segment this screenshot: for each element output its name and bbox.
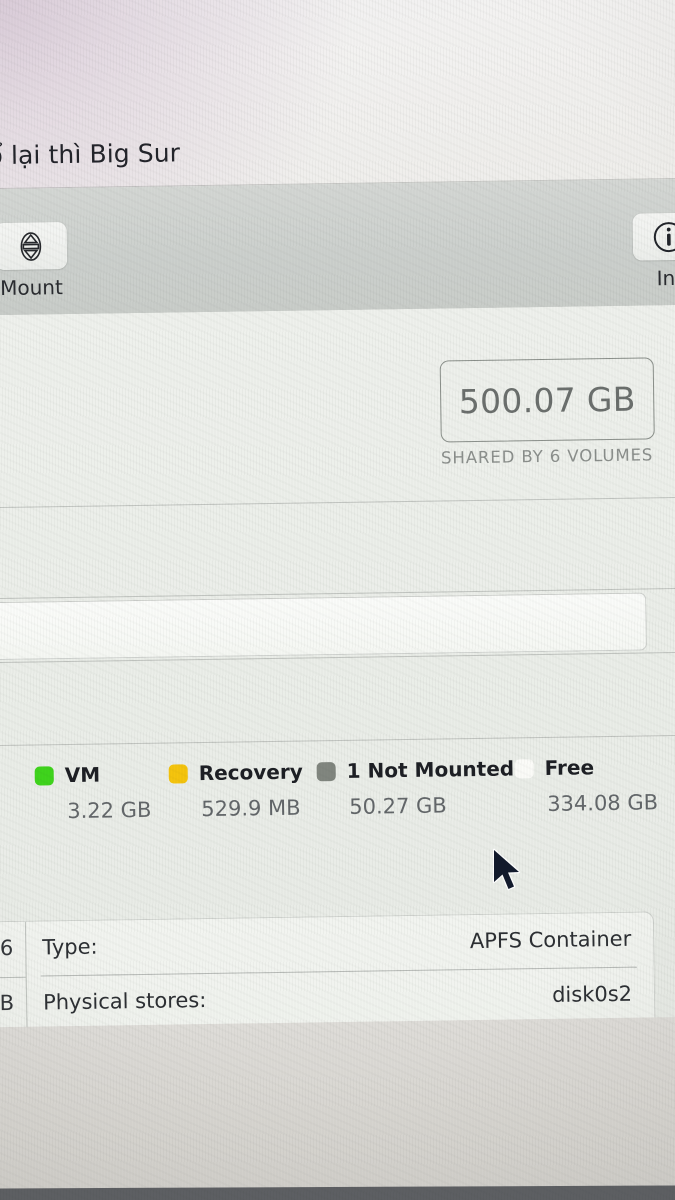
window-content: 500.07 GB SHARED BY 6 VOLUMES VM 3.22 GB… [0,304,675,1147]
legend-size-free: 334.08 GB [547,790,659,816]
detail-left-rule-0 [0,976,26,980]
divider-above-bar-section [0,496,675,509]
detail-row-type: Type: APFS Container [26,912,654,977]
photo-of-screen: h ổ lại thì Big Sur Mount [0,0,675,1200]
toolbar-item-mount[interactable]: Mount [0,222,68,300]
legend-size-not-mounted: 50.27 GB [349,793,447,819]
capacity-legend: VM 3.22 GB Recovery 529.9 MB 1 Not Mount… [0,752,675,855]
screen-plane: h ổ lại thì Big Sur Mount [0,0,675,1200]
detail-value-type: APFS Container [469,926,632,954]
toolbar-item-info[interactable]: Inf [632,212,675,291]
legend-swatch-not-mounted [316,761,336,781]
legend-item-recovery[interactable]: Recovery 529.9 MB [168,759,304,822]
legend-item-free[interactable]: Free 334.08 GB [514,753,658,816]
disk-utility-window: Mount Inf 500.07 GB SHARED BY 6 VOLUMES … [0,178,675,1147]
detail-value-physical-stores: disk0s2 [551,981,633,1007]
legend-label-not-mounted: 1 Not Mounted [346,756,515,783]
capacity-usage-bar[interactable] [0,592,647,662]
legend-size-vm: 3.22 GB [67,797,152,824]
legend-swatch-free [514,758,534,778]
toolbar: Mount Inf [0,178,675,317]
legend-item-vm[interactable]: VM 3.22 GB [34,761,152,824]
detail-label-type: Type: [42,934,98,960]
legend-label-vm: VM [64,762,101,788]
detail-left-cell-1: GB [0,990,15,1016]
legend-label-recovery: Recovery [198,759,303,786]
mount-button[interactable] [0,222,68,271]
info-circle-icon [653,221,675,252]
info-button-label: Inf [656,265,675,291]
screen-bottom-bezel [0,1185,675,1200]
detail-left-cell-0: 6 [0,935,14,961]
mount-eject-icon [20,231,42,261]
divider-above-detail-card [0,734,675,747]
legend-label-free: Free [544,755,595,780]
info-button[interactable] [632,212,675,261]
capacity-value: 500.07 GB [458,379,636,421]
background-document-text: h ổ lại thì Big Sur [0,138,181,171]
legend-swatch-vm [34,765,54,786]
legend-size-recovery: 529.9 MB [201,795,301,822]
capacity-subtitle: SHARED BY 6 VOLUMES [440,445,654,468]
mount-button-label: Mount [0,275,64,301]
background-document-area: h ổ lại thì Big Sur [0,0,675,194]
legend-swatch-recovery [168,763,188,784]
legend-item-not-mounted[interactable]: 1 Not Mounted 50.27 GB [316,755,515,819]
detail-label-physical-stores: Physical stores: [42,988,207,1015]
desktop-below-window [0,1016,675,1200]
capacity-box: 500.07 GB [439,357,655,443]
